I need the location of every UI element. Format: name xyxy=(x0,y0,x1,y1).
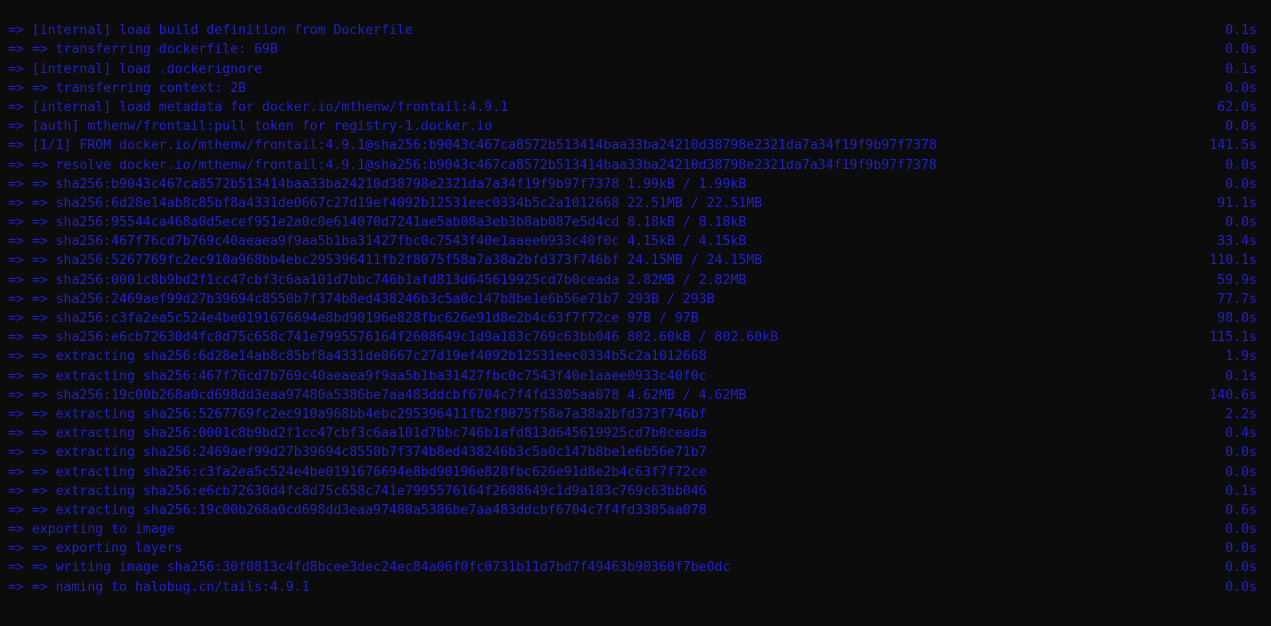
build-step-text: => => extracting sha256:6d28e14ab8c85bf8… xyxy=(0,349,707,365)
build-step-duration: 77.7s xyxy=(1217,291,1257,307)
build-step-line: => => transferring dockerfile: 69B 0.0s xyxy=(0,40,1271,59)
build-step-duration: 2.2s xyxy=(1225,406,1257,422)
build-step-line: => => extracting sha256:c3fa2ea5c524e4be… xyxy=(0,463,1271,482)
build-step-text: => [internal] load build definition from… xyxy=(0,23,413,39)
build-step-line: => => transferring context: 2B 0.0s xyxy=(0,79,1271,98)
build-step-text: => => sha256:2469aef99d27b39694c8550b7f3… xyxy=(0,291,715,307)
build-step-duration: 0.0s xyxy=(1225,157,1257,173)
build-step-duration: 0.0s xyxy=(1225,541,1257,557)
build-step-line: => => extracting sha256:467f76cd7b769c40… xyxy=(0,367,1271,386)
build-step-duration: 62.0s xyxy=(1217,99,1257,115)
build-step-duration: 0.0s xyxy=(1225,579,1257,595)
build-step-text: => => extracting sha256:e6cb72630d4fc8d7… xyxy=(0,483,707,499)
build-step-text: => => sha256:5267769fc2ec910a968bb4ebc29… xyxy=(0,253,763,269)
build-step-text: => => extracting sha256:467f76cd7b769c40… xyxy=(0,368,707,384)
build-step-text: => => exporting layers xyxy=(0,541,183,557)
build-step-duration: 0.0s xyxy=(1225,522,1257,538)
build-step-text: => => sha256:19c00b268a0cd698dd3eaa97480… xyxy=(0,387,747,403)
build-step-line: => [auth] mthenw/frontail:pull token for… xyxy=(0,117,1271,136)
build-step-text: => => extracting sha256:2469aef99d27b396… xyxy=(0,445,707,461)
build-step-duration: 0.0s xyxy=(1225,464,1257,480)
build-step-line: => [internal] load .dockerignore 0.1s xyxy=(0,60,1271,79)
build-step-line: => => resolve docker.io/mthenw/frontail:… xyxy=(0,156,1271,175)
build-step-duration: 115.1s xyxy=(1209,330,1257,346)
build-step-line: => => sha256:467f76cd7b769c40aeaea9f9aa5… xyxy=(0,232,1271,251)
build-step-text: => => sha256:95544ca468a0d5ecef951e2a0c0… xyxy=(0,215,747,231)
build-step-duration: 0.4s xyxy=(1225,426,1257,442)
build-step-text: => => naming to halobug.cn/tails:4.9.1 xyxy=(0,579,310,595)
build-step-duration: 0.6s xyxy=(1225,502,1257,518)
build-step-duration: 98.0s xyxy=(1217,311,1257,326)
build-step-duration: 33.4s xyxy=(1217,234,1257,250)
build-step-text: => exporting to image xyxy=(0,522,175,538)
build-step-text: => => sha256:b9043c467ca8572b513414baa33… xyxy=(0,176,747,192)
terminal-screen: [+] Building 203.7s (6/6) FINISHED => [i… xyxy=(0,0,1271,626)
build-step-line: => exporting to image 0.0s xyxy=(0,520,1271,539)
build-step-line: => => extracting sha256:19c00b268a0cd698… xyxy=(0,501,1271,520)
build-step-text: => => sha256:6d28e14ab8c85bf8a4331de0667… xyxy=(0,195,763,211)
build-step-line: => [1/1] FROM docker.io/mthenw/frontail:… xyxy=(0,136,1271,155)
build-step-duration: 140.6s xyxy=(1209,387,1257,403)
build-step-text: => [internal] load .dockerignore xyxy=(0,61,263,77)
docker-scan-hint-line: Use 'docker scan' to run Snyk tests agai… xyxy=(0,616,1271,626)
build-step-line: => => sha256:c3fa2ea5c524e4be0191676694e… xyxy=(0,309,1271,328)
build-step-line: => => extracting sha256:e6cb72630d4fc8d7… xyxy=(0,482,1271,501)
build-step-text: => [auth] mthenw/frontail:pull token for… xyxy=(0,119,493,135)
build-step-text: => => extracting sha256:5267769fc2ec910a… xyxy=(0,406,707,422)
build-step-text: => [internal] load metadata for docker.i… xyxy=(0,99,509,115)
build-step-text: => => sha256:e6cb72630d4fc8d75c658c741e7… xyxy=(0,330,779,346)
build-step-text: => => sha256:c3fa2ea5c524e4be0191676694e… xyxy=(0,311,699,326)
build-step-duration: 0.0s xyxy=(1225,119,1257,135)
build-step-line: => => extracting sha256:5267769fc2ec910a… xyxy=(0,405,1271,424)
build-step-duration: 0.0s xyxy=(1225,445,1257,461)
build-step-text: => [1/1] FROM docker.io/mthenw/frontail:… xyxy=(0,138,937,154)
build-step-line: => [internal] load metadata for docker.i… xyxy=(0,98,1271,117)
build-step-duration: 0.0s xyxy=(1225,215,1257,231)
build-step-line: => => naming to halobug.cn/tails:4.9.1 0.… xyxy=(0,578,1271,597)
build-step-line: => => writing image sha256:30f0813c4fd8b… xyxy=(0,558,1271,577)
build-step-duration: 1.9s xyxy=(1225,349,1257,365)
build-step-line: => => exporting layers 0.0s xyxy=(0,539,1271,558)
build-step-duration: 0.1s xyxy=(1225,368,1257,384)
build-step-duration: 0.1s xyxy=(1225,61,1257,77)
build-step-line: => => sha256:2469aef99d27b39694c8550b7f3… xyxy=(0,290,1271,309)
build-step-text: => => transferring dockerfile: 69B xyxy=(0,42,278,58)
build-step-duration: 0.0s xyxy=(1225,176,1257,192)
build-step-line: => => sha256:e6cb72630d4fc8d75c658c741e7… xyxy=(0,328,1271,347)
build-step-duration: 0.0s xyxy=(1225,42,1257,58)
build-step-duration: 0.0s xyxy=(1225,80,1257,96)
build-step-duration: 141.5s xyxy=(1209,138,1257,154)
build-step-duration: 0.1s xyxy=(1225,483,1257,499)
build-step-duration: 59.9s xyxy=(1217,272,1257,288)
build-step-line: => => extracting sha256:0001c8b9bd2f1cc4… xyxy=(0,424,1271,443)
build-step-duration: 91.1s xyxy=(1217,195,1257,211)
build-header-line: [+] Building 203.7s (6/6) FINISHED xyxy=(0,2,1271,21)
build-step-text: => => resolve docker.io/mthenw/frontail:… xyxy=(0,157,937,173)
build-step-line: => => sha256:0001c8b9bd2f1cc47cbf3c6aa10… xyxy=(0,271,1271,290)
build-step-duration: 0.1s xyxy=(1225,23,1257,39)
build-step-text: => => sha256:0001c8b9bd2f1cc47cbf3c6aa10… xyxy=(0,272,747,288)
terminal-window: [+] Building 203.7s (6/6) FINISHED => [i… xyxy=(0,0,1271,626)
build-step-line: => => sha256:6d28e14ab8c85bf8a4331de0667… xyxy=(0,194,1271,213)
build-step-text: => => extracting sha256:0001c8b9bd2f1cc4… xyxy=(0,426,707,442)
build-step-line: => => sha256:5267769fc2ec910a968bb4ebc29… xyxy=(0,251,1271,270)
build-step-list: => [internal] load build definition from… xyxy=(0,21,1271,597)
build-step-text: => => extracting sha256:19c00b268a0cd698… xyxy=(0,502,707,518)
build-step-text: => => sha256:467f76cd7b769c40aeaea9f9aa5… xyxy=(0,234,747,250)
build-step-duration: 0.0s xyxy=(1225,560,1257,576)
build-step-duration: 110.1s xyxy=(1209,253,1257,269)
build-step-line: => => sha256:b9043c467ca8572b513414baa33… xyxy=(0,175,1271,194)
build-step-line: => [internal] load build definition from… xyxy=(0,21,1271,40)
build-step-line: => => extracting sha256:6d28e14ab8c85bf8… xyxy=(0,347,1271,366)
build-step-text: => => extracting sha256:c3fa2ea5c524e4be… xyxy=(0,464,707,480)
build-step-line: => => extracting sha256:2469aef99d27b396… xyxy=(0,443,1271,462)
build-step-text: => => writing image sha256:30f0813c4fd8b… xyxy=(0,560,731,576)
build-step-line: => => sha256:95544ca468a0d5ecef951e2a0c0… xyxy=(0,213,1271,232)
build-step-text: => => transferring context: 2B xyxy=(0,80,247,96)
build-step-line: => => sha256:19c00b268a0cd698dd3eaa97480… xyxy=(0,386,1271,405)
